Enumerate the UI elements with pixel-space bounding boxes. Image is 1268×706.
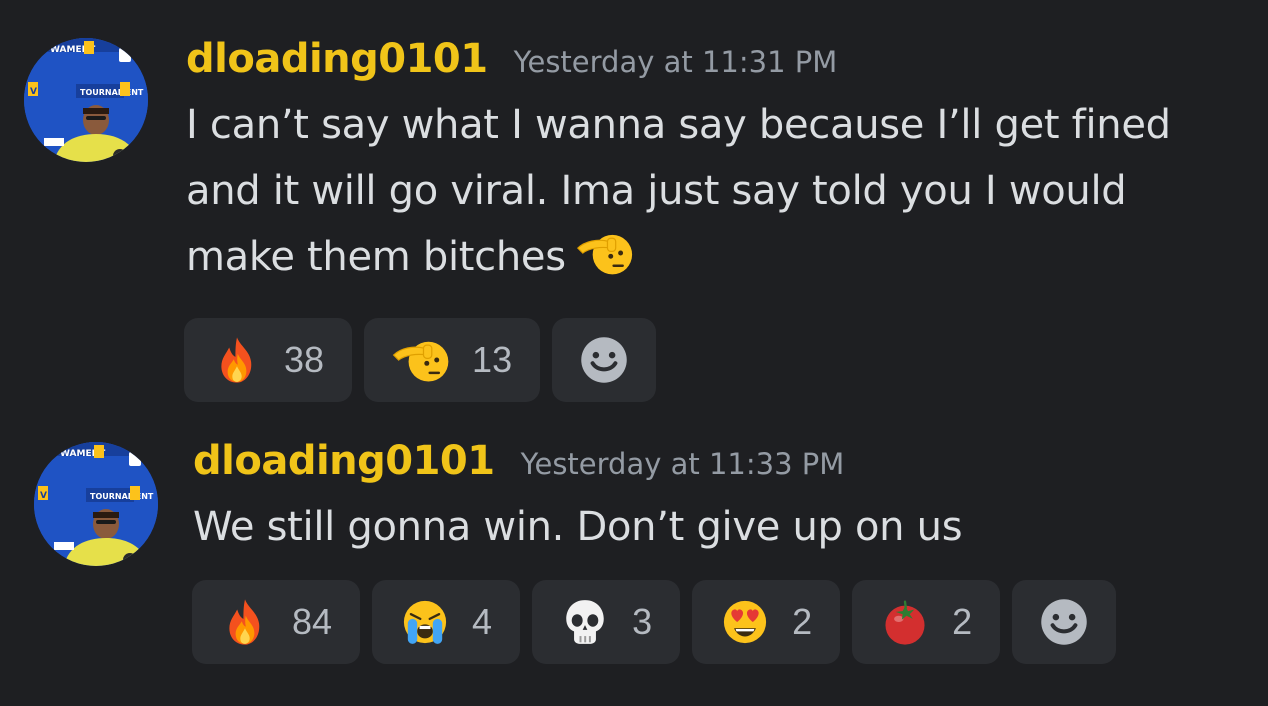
reaction-tomato[interactable]: 2 [852, 580, 1001, 664]
message-header: dloading0101 Yesterday at 11:31 PM [186, 36, 837, 82]
reaction-loudly-crying[interactable]: 4 [372, 580, 521, 664]
avatar[interactable] [24, 38, 148, 162]
fire-icon [212, 335, 262, 385]
message: dloading0101 Yesterday at 11:31 PM I can… [0, 0, 1268, 420]
message-header: dloading0101 Yesterday at 11:33 PM [193, 438, 844, 484]
loudly-crying-face-icon [400, 597, 450, 647]
heart-eyes-icon [720, 597, 770, 647]
timestamp[interactable]: Yesterday at 11:33 PM [521, 447, 845, 481]
avatar-image [34, 442, 158, 566]
reactions-bar: 84 4 3 2 2 [192, 580, 1117, 664]
message-text: I can’t say what I wanna say because I’l… [186, 102, 1171, 280]
avatar[interactable] [34, 442, 158, 566]
smiley-icon [578, 334, 630, 386]
reaction-count: 4 [472, 601, 493, 642]
reaction-heart-eyes[interactable]: 2 [692, 580, 841, 664]
smiley-icon [1038, 596, 1090, 648]
message-content: I can’t say what I wanna say because I’l… [186, 92, 1236, 290]
saluting-face-icon [576, 230, 634, 276]
saluting-face-icon [392, 335, 450, 385]
reaction-count: 13 [472, 339, 513, 380]
reaction-count: 38 [284, 339, 325, 380]
reaction-saluting-face[interactable]: 13 [364, 318, 541, 402]
reactions-bar: 38 13 [184, 318, 657, 402]
message-text: We still gonna win. Don’t give up on us [193, 504, 963, 550]
reaction-count: 2 [792, 601, 813, 642]
reaction-fire[interactable]: 84 [192, 580, 361, 664]
message-content: We still gonna win. Don’t give up on us [193, 494, 1243, 560]
reaction-count: 2 [952, 601, 973, 642]
reaction-count: 3 [632, 601, 653, 642]
username[interactable]: dloading0101 [186, 36, 488, 82]
reaction-count: 84 [292, 601, 333, 642]
fire-icon [220, 597, 270, 647]
tomato-icon [880, 597, 930, 647]
username[interactable]: dloading0101 [193, 438, 495, 484]
add-reaction-button[interactable] [552, 318, 657, 402]
add-reaction-button[interactable] [1012, 580, 1117, 664]
reaction-fire[interactable]: 38 [184, 318, 353, 402]
skull-icon [560, 597, 610, 647]
avatar-image [24, 38, 148, 162]
message: dloading0101 Yesterday at 11:33 PM We st… [0, 420, 1268, 706]
reaction-skull[interactable]: 3 [532, 580, 681, 664]
timestamp[interactable]: Yesterday at 11:31 PM [514, 45, 838, 79]
